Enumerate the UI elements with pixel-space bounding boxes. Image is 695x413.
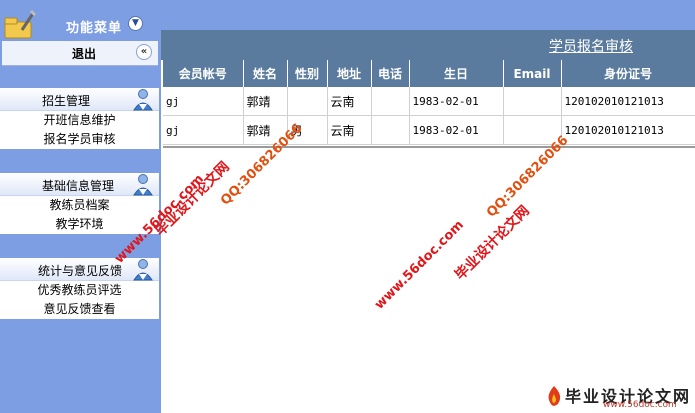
footer-watermark: 毕业设计论文网 www.56doc.com bbox=[543, 385, 691, 410]
folder-brush-logo-icon bbox=[4, 10, 36, 39]
logout-link[interactable]: 退出 bbox=[72, 45, 96, 62]
table-header-row: 会员帐号 姓名 性别 地址 电话 生日 Email 身份证号 bbox=[163, 60, 695, 87]
cell-account: gj bbox=[163, 87, 244, 116]
menu-item-best-coach[interactable]: 优秀教练员评选 bbox=[0, 281, 159, 300]
cell-account: gj bbox=[163, 115, 244, 145]
cell-gender bbox=[287, 87, 328, 116]
cell-address: 云南 bbox=[327, 87, 372, 116]
table-bottom-border bbox=[163, 146, 695, 148]
cell-phone bbox=[371, 115, 410, 145]
menu-header: 功能菜单 ▼ bbox=[0, 8, 161, 39]
menu-group-enrollment: 招生管理 开班信息维护 报名学员审核 bbox=[0, 88, 159, 149]
column-header: 生日 bbox=[409, 60, 504, 87]
user-group-icon bbox=[133, 174, 153, 196]
chevron-down-icon[interactable]: ▼ bbox=[128, 16, 143, 31]
cell-birthday: 1983-02-01 bbox=[409, 115, 504, 145]
sidebar: 功能菜单 ▼ 退出 « 招生管理 开班信息维护 报名学员审核 基础信息管理 教练… bbox=[0, 0, 161, 413]
watermark-url: www.56doc.com bbox=[372, 217, 467, 313]
page-title[interactable]: 学员报名审核 bbox=[549, 36, 633, 56]
footer-watermark-url: www.56doc.com bbox=[603, 400, 677, 410]
menu-item-class-info[interactable]: 开班信息维护 bbox=[0, 111, 159, 130]
logout-bar[interactable]: 退出 « bbox=[2, 41, 158, 66]
top-banner bbox=[161, 0, 695, 30]
table-row[interactable]: gj 郭靖 云南 1983-02-01 120102010121013 bbox=[163, 87, 695, 116]
menu-item-coach-archive[interactable]: 教练员档案 bbox=[0, 196, 159, 215]
cell-name: 郭靖 bbox=[243, 87, 288, 116]
menu-group-basic-info: 基础信息管理 教练员档案 教学环境 bbox=[0, 173, 159, 234]
cell-address: 云南 bbox=[327, 115, 372, 145]
column-header: 地址 bbox=[327, 60, 372, 87]
menu-title: 功能菜单 bbox=[66, 21, 123, 36]
double-chevron-left-icon[interactable]: « bbox=[136, 44, 152, 60]
menu-group-title: 统计与意见反馈 bbox=[38, 264, 123, 278]
menu-group-header[interactable]: 招生管理 bbox=[0, 88, 159, 111]
column-header: Email bbox=[503, 60, 562, 87]
enrollment-table: 会员帐号 姓名 性别 地址 电话 生日 Email 身份证号 gj 郭靖 云南 … bbox=[163, 60, 695, 145]
column-header: 姓名 bbox=[243, 60, 288, 87]
menu-group-statistics: 统计与意见反馈 优秀教练员评选 意见反馈查看 bbox=[0, 258, 159, 319]
column-header: 性别 bbox=[287, 60, 328, 87]
user-group-icon bbox=[133, 89, 153, 111]
menu-group-header[interactable]: 基础信息管理 bbox=[0, 173, 159, 196]
flame-logo-icon bbox=[548, 386, 561, 406]
user-group-icon bbox=[133, 259, 153, 281]
menu-item-enrollment-review[interactable]: 报名学员审核 bbox=[0, 130, 159, 149]
cell-id-number: 120102010121013 bbox=[561, 115, 695, 145]
cell-email bbox=[503, 87, 562, 116]
column-header: 会员帐号 bbox=[163, 60, 244, 87]
table-row[interactable]: gj 郭靖 男 云南 1983-02-01 120102010121013 bbox=[163, 115, 695, 145]
cell-birthday: 1983-02-01 bbox=[409, 87, 504, 116]
menu-group-title: 招生管理 bbox=[42, 94, 91, 108]
column-header: 身份证号 bbox=[561, 60, 695, 87]
cell-phone bbox=[371, 87, 410, 116]
cell-id-number: 120102010121013 bbox=[561, 87, 695, 116]
column-header: 电话 bbox=[371, 60, 410, 87]
title-bar: 学员报名审核 bbox=[161, 30, 695, 60]
menu-item-feedback-view[interactable]: 意见反馈查看 bbox=[0, 300, 159, 319]
menu-group-title: 基础信息管理 bbox=[42, 179, 115, 193]
menu-group-header[interactable]: 统计与意见反馈 bbox=[0, 258, 159, 281]
